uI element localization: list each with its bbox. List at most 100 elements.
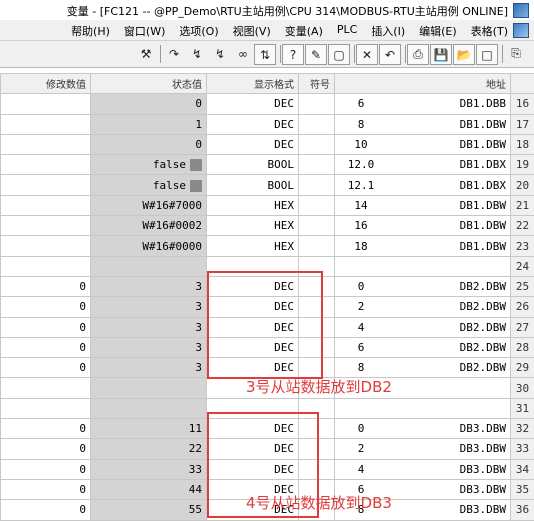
- row-number[interactable]: 22: [510, 215, 534, 237]
- modify-value-cell[interactable]: [0, 194, 91, 217]
- address-cell[interactable]: [334, 255, 511, 277]
- row-number[interactable]: 35: [510, 478, 534, 501]
- modify-value-cell[interactable]: [0, 154, 91, 176]
- row-number[interactable]: 32: [510, 418, 534, 440]
- address-cell[interactable]: 14 DB1.DBW: [334, 194, 511, 217]
- table-row[interactable]: 0 DEC 10 DB1.DBW 18: [0, 133, 534, 156]
- address-cell[interactable]: 4 DB2.DBW: [334, 316, 511, 338]
- display-format-cell[interactable]: HEX: [206, 235, 299, 257]
- address-cell[interactable]: 8 DB1.DBW: [334, 113, 511, 135]
- symbol-cell[interactable]: [298, 174, 335, 196]
- address-cell[interactable]: 6 DB1.DBB: [334, 93, 511, 115]
- glasses-icon[interactable]: ∞: [233, 44, 253, 63]
- address-cell[interactable]: 0 DB2.DBW: [334, 275, 511, 298]
- display-format-cell[interactable]: DEC: [206, 113, 299, 135]
- modify-value-cell[interactable]: 0: [0, 438, 91, 460]
- row-number[interactable]: 27: [510, 316, 534, 338]
- table-row[interactable]: W#16#0000 HEX 18 DB1.DBW 23: [0, 235, 534, 257]
- address-cell[interactable]: 12.0 DB1.DBX: [334, 154, 511, 176]
- table-row[interactable]: W#16#0002 HEX 16 DB1.DBW 22: [0, 215, 534, 237]
- menu-variable[interactable]: 变量(A): [285, 23, 323, 39]
- row-number[interactable]: 28: [510, 336, 534, 359]
- modify-value-cell[interactable]: [0, 377, 91, 399]
- trigger-icon[interactable]: ⇅: [254, 44, 276, 65]
- row-number[interactable]: 25: [510, 275, 534, 298]
- symbol-cell[interactable]: [298, 93, 335, 115]
- row-number[interactable]: 23: [510, 235, 534, 257]
- modify-value-cell[interactable]: [0, 235, 91, 257]
- row-number[interactable]: 20: [510, 174, 534, 196]
- menu-table[interactable]: 表格(T): [471, 23, 508, 39]
- modify-value-cell[interactable]: 0: [0, 418, 91, 440]
- modify-value-cell[interactable]: [0, 113, 91, 135]
- display-format-cell[interactable]: BOOL: [206, 174, 299, 196]
- menu-insert[interactable]: 插入(I): [371, 23, 405, 39]
- menu-help[interactable]: 帮助(H): [71, 23, 110, 39]
- display-format-cell[interactable]: HEX: [206, 194, 299, 217]
- monitor-icon[interactable]: ▢: [328, 44, 350, 65]
- display-format-cell[interactable]: BOOL: [206, 154, 299, 176]
- cut-icon[interactable]: ✕: [356, 44, 378, 65]
- modify-value-cell[interactable]: 0: [0, 296, 91, 318]
- menu-edit[interactable]: 编辑(E): [419, 23, 457, 39]
- modify-value-cell[interactable]: [0, 397, 91, 420]
- modify-value-cell[interactable]: 0: [0, 478, 91, 501]
- modify-value-cell[interactable]: [0, 215, 91, 237]
- address-cell[interactable]: 2 DB2.DBW: [334, 296, 511, 318]
- display-format-cell[interactable]: HEX: [206, 215, 299, 237]
- modify-value-cell[interactable]: 0: [0, 499, 91, 521]
- modify-value-cell[interactable]: [0, 255, 91, 277]
- values-icon[interactable]: ↷: [164, 44, 184, 63]
- menu-view[interactable]: 视图(V): [233, 23, 271, 39]
- symbol-cell[interactable]: [298, 235, 335, 257]
- symbol-cell[interactable]: [298, 133, 335, 156]
- address-cell[interactable]: 18 DB1.DBW: [334, 235, 511, 257]
- row-number[interactable]: 17: [510, 113, 534, 135]
- pin-icon[interactable]: ⎘: [506, 44, 526, 63]
- row-number[interactable]: 26: [510, 296, 534, 318]
- trigger-now-icon[interactable]: ↯: [187, 44, 207, 63]
- address-cell[interactable]: 4 DB3.DBW: [334, 458, 511, 480]
- row-number[interactable]: 24: [510, 255, 534, 277]
- address-cell[interactable]: 6 DB2.DBW: [334, 336, 511, 359]
- update-icon[interactable]: ↯: [210, 44, 230, 63]
- row-number[interactable]: 19: [510, 154, 534, 176]
- modify-value-cell[interactable]: 0: [0, 458, 91, 480]
- symbol-cell[interactable]: [298, 154, 335, 176]
- modify-value-cell[interactable]: [0, 133, 91, 156]
- modify-value-cell[interactable]: 0: [0, 357, 91, 379]
- table-row[interactable]: 0 DEC 6 DB1.DBB 16: [0, 93, 534, 115]
- address-cell[interactable]: 2 DB3.DBW: [334, 438, 511, 460]
- row-number[interactable]: 36: [510, 499, 534, 521]
- row-number[interactable]: 34: [510, 458, 534, 480]
- address-cell[interactable]: 8 DB2.DBW: [334, 357, 511, 379]
- symbol-cell[interactable]: [298, 194, 335, 217]
- row-number[interactable]: 30: [510, 377, 534, 399]
- row-number[interactable]: 21: [510, 194, 534, 217]
- open-icon[interactable]: 📂: [453, 44, 475, 65]
- address-cell[interactable]: 12.1 DB1.DBX: [334, 174, 511, 196]
- modify-value-cell[interactable]: 0: [0, 316, 91, 338]
- table-row[interactable]: W#16#7000 HEX 14 DB1.DBW 21: [0, 194, 534, 217]
- undo-icon[interactable]: ↶: [379, 44, 401, 65]
- address-cell[interactable]: 16 DB1.DBW: [334, 215, 511, 237]
- print-icon[interactable]: ⎙: [407, 44, 429, 65]
- menu-plc[interactable]: PLC: [337, 23, 357, 39]
- force-icon[interactable]: ⚒: [136, 44, 156, 63]
- address-cell[interactable]: 10 DB1.DBW: [334, 133, 511, 156]
- table-row[interactable]: false BOOL 12.0 DB1.DBX 19: [0, 154, 534, 176]
- help-icon[interactable]: ?: [282, 44, 304, 65]
- table-row[interactable]: 1 DEC 8 DB1.DBW 17: [0, 113, 534, 135]
- modify-value-cell[interactable]: 0: [0, 275, 91, 298]
- modify-value-cell[interactable]: [0, 93, 91, 115]
- modify-icon[interactable]: ✎: [305, 44, 327, 65]
- save-icon[interactable]: 💾: [430, 44, 452, 65]
- new-icon[interactable]: □: [476, 44, 498, 65]
- symbol-cell[interactable]: [298, 215, 335, 237]
- display-format-cell[interactable]: DEC: [206, 133, 299, 156]
- row-number[interactable]: 16: [510, 93, 534, 115]
- modify-value-cell[interactable]: [0, 174, 91, 196]
- menu-options[interactable]: 选项(O): [179, 23, 218, 39]
- table-row[interactable]: false BOOL 12.1 DB1.DBX 20: [0, 174, 534, 196]
- row-number[interactable]: 31: [510, 397, 534, 420]
